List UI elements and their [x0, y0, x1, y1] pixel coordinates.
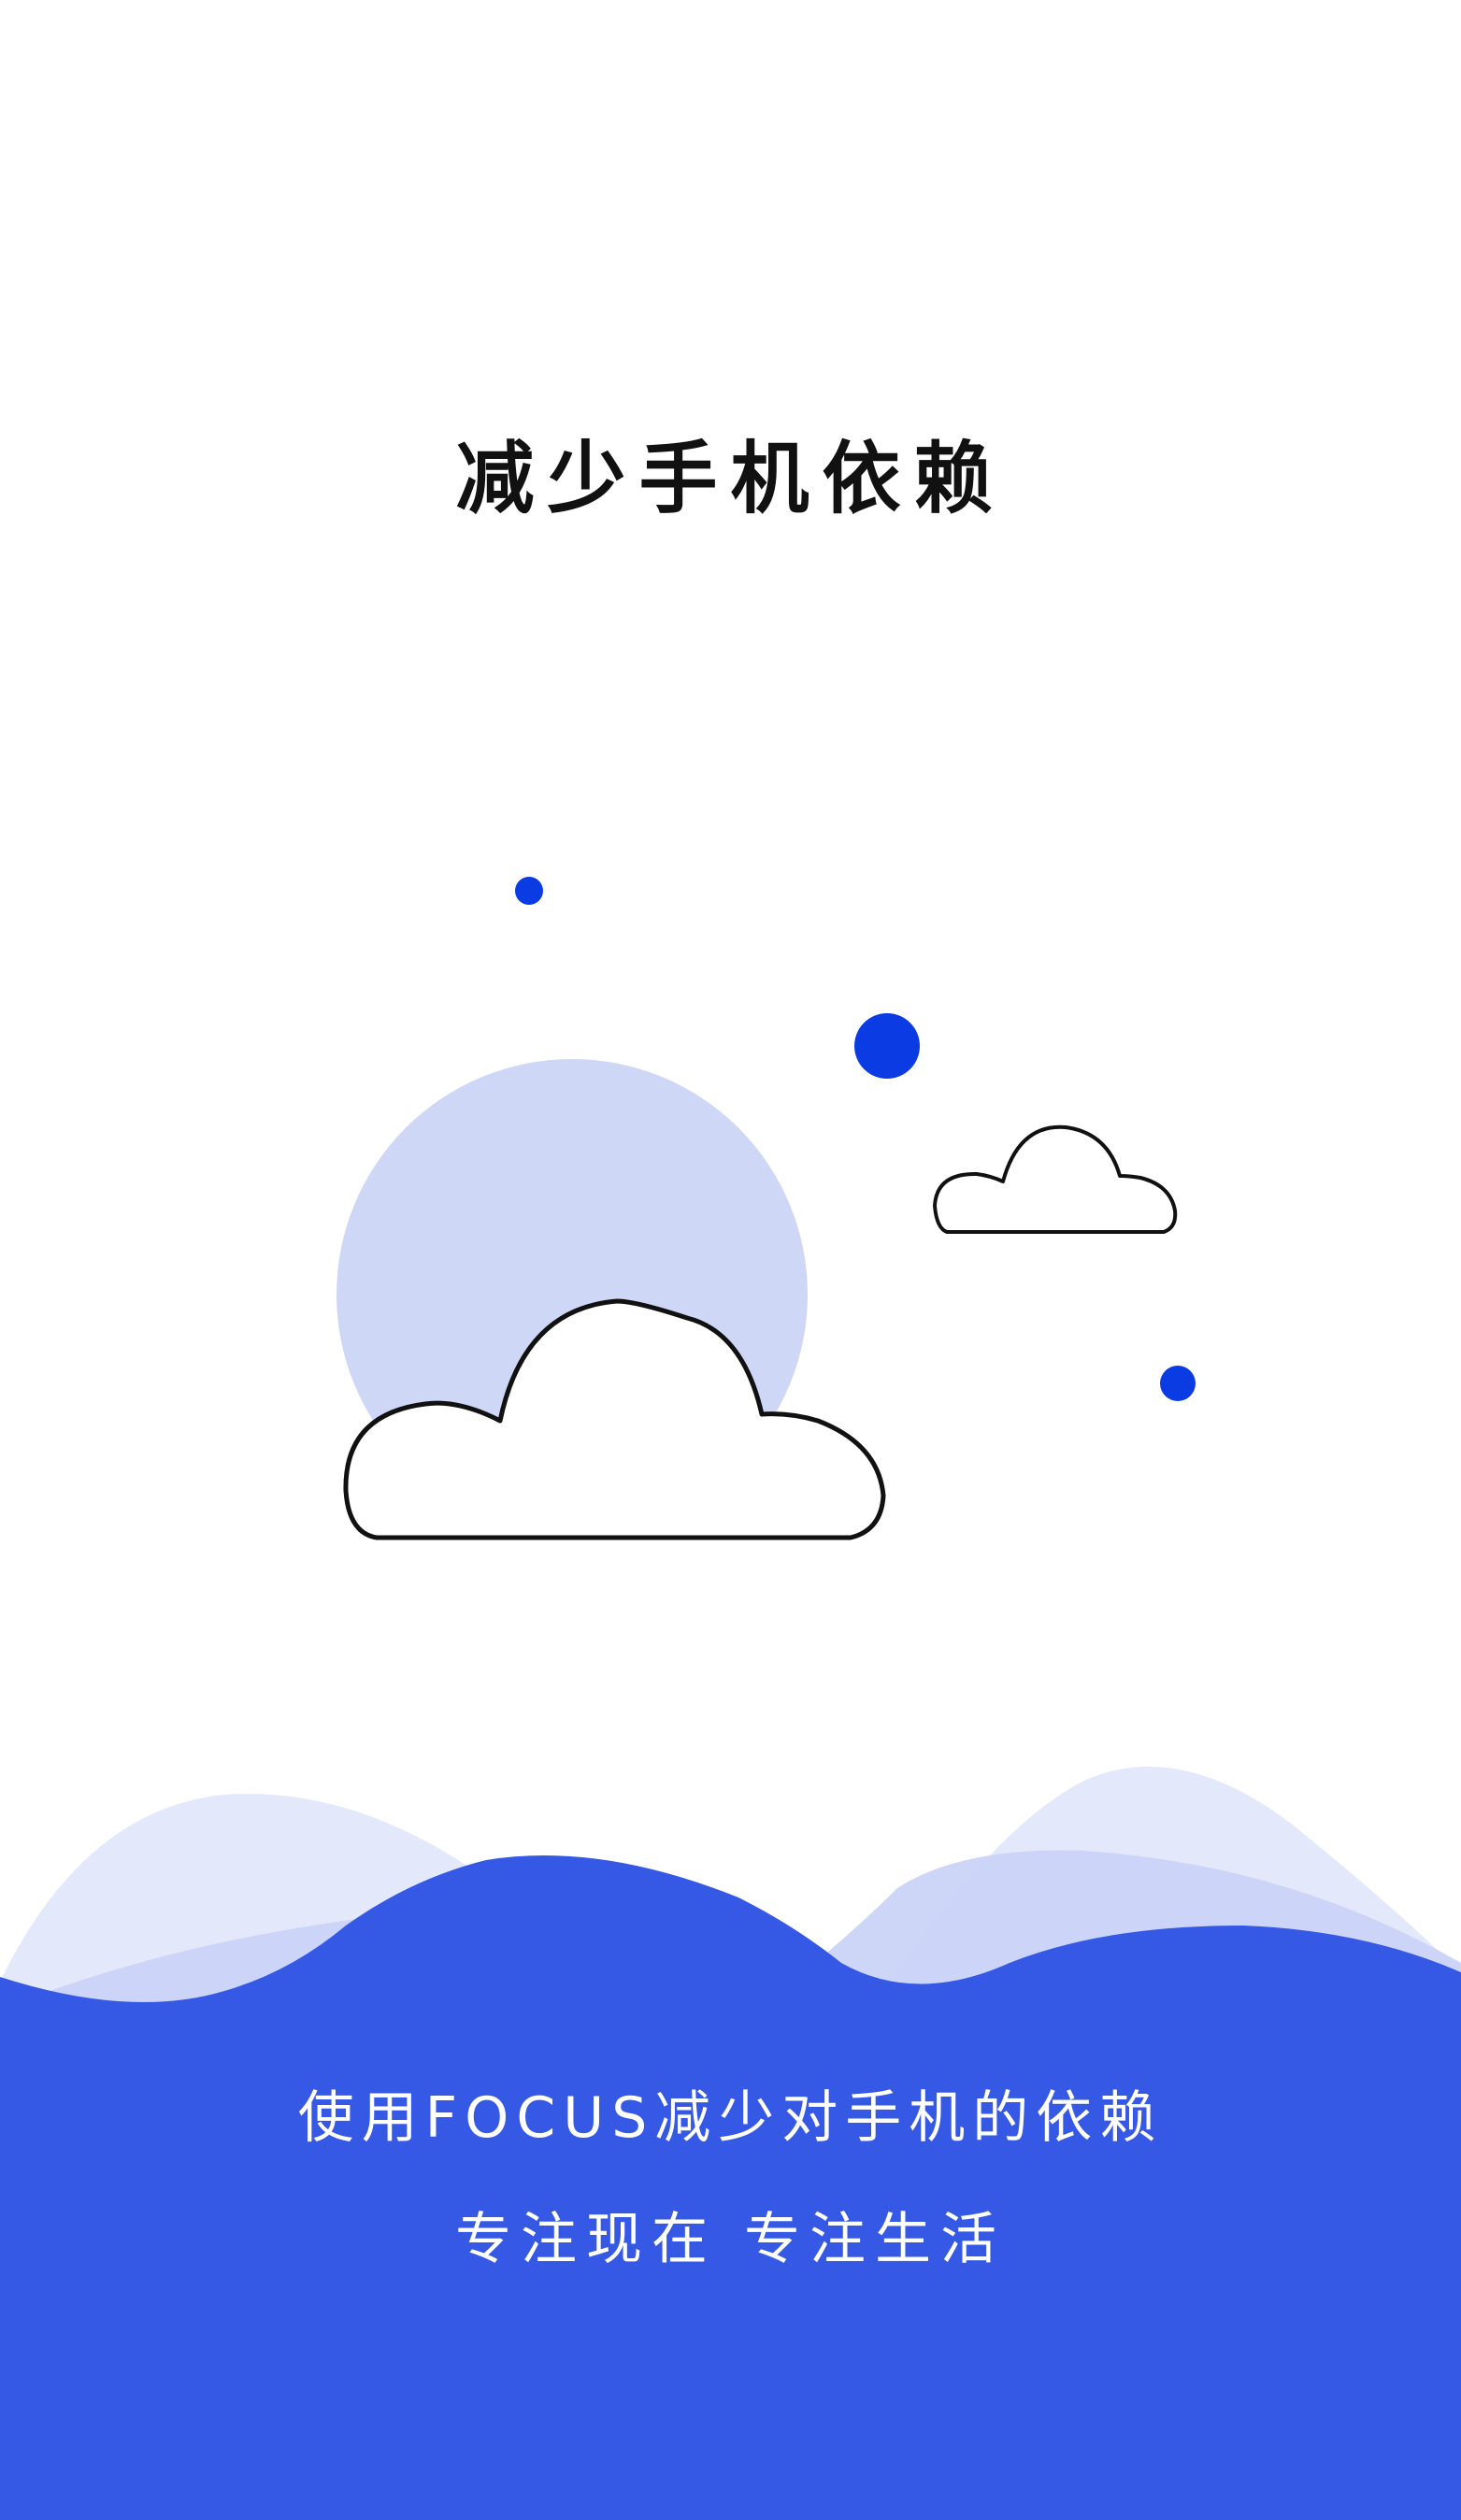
caption-line-2: 专注现在 专注生活 — [454, 2207, 1007, 2272]
splash-screen: 减少手机依赖 使用FOCUS减少对手机的依赖 专注现在 专注生活 — [0, 0, 1461, 2520]
caption-line-1: 使用FOCUS减少对手机的依赖 — [297, 2085, 1164, 2151]
